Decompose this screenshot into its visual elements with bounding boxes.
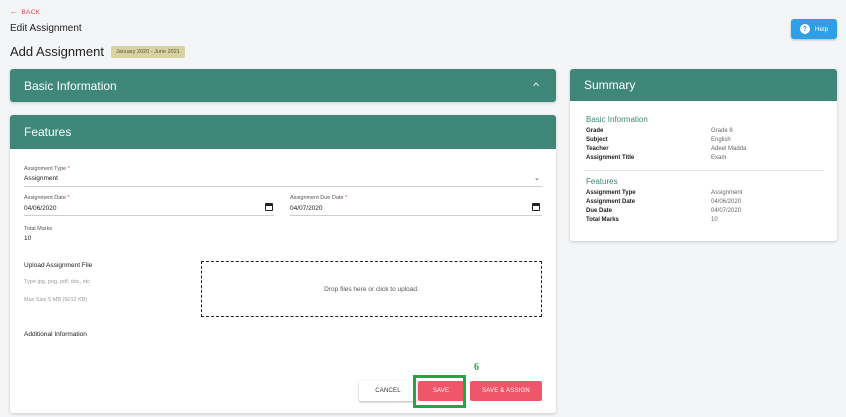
help-label: Help [814, 25, 829, 33]
chevron-up-icon[interactable]: ^ [533, 81, 539, 91]
features-header: Features [10, 115, 556, 149]
summary-value: 04/06/2020 [711, 199, 742, 205]
upload-label: Upload Assignment File [24, 262, 93, 269]
summary-features-section: Features [586, 177, 618, 186]
total-marks-input[interactable]: 10 [24, 235, 31, 242]
save-button[interactable]: SAVE [418, 381, 464, 401]
upload-types-hint: Type jpg, png, pdf, doc, etc [24, 279, 91, 285]
total-marks-label: Total Marks [24, 226, 53, 232]
save-and-assign-button[interactable]: SAVE & ASSIGN [470, 381, 542, 401]
back-link[interactable]: ← BACK [10, 8, 40, 16]
assignment-type-label: Assignment Type * [24, 166, 70, 172]
calendar-icon[interactable] [532, 203, 540, 211]
page-title: Edit Assignment [10, 23, 82, 34]
summary-header: Summary [570, 69, 837, 101]
summary-value: 10 [711, 217, 718, 223]
assignment-date-label: Assignment Date * [24, 195, 70, 201]
assignment-date-input[interactable]: 04/06/2020 [24, 205, 57, 212]
summary-value: Exam [711, 155, 727, 161]
heading-row: Add Assignment January 2020 - June 2021 [10, 44, 185, 59]
basic-info-card: Basic Information ^ [10, 69, 556, 102]
question-icon: ? [799, 24, 810, 34]
summary-key: Due Date [586, 208, 613, 214]
due-date-input[interactable]: 04/07/2020 [290, 205, 323, 212]
dropzone-text: Drop files here or click to upload. [324, 285, 419, 293]
heading-title: Add Assignment [10, 44, 104, 59]
summary-value: 04/07/2020 [711, 208, 742, 214]
summary-key: Assignment Date [586, 199, 636, 205]
due-date-label: Assignment Due Date * [290, 195, 348, 201]
session-badge: January 2020 - June 2021 [110, 45, 185, 58]
summary-value: English [711, 137, 731, 143]
summary-value: Grade 8 [711, 128, 733, 134]
summary-basic-section: Basic Information [586, 115, 648, 124]
assignment-date-underline [24, 215, 274, 216]
assignment-type-underline [24, 186, 542, 187]
back-label: BACK [21, 8, 41, 16]
summary-key: Assignment Type [586, 190, 636, 196]
additional-info-label: Additional Information [24, 331, 87, 338]
due-date-underline [290, 215, 542, 216]
summary-divider [584, 170, 824, 171]
summary-key: Assignment Title [586, 155, 635, 161]
file-dropzone[interactable]: Drop files here or click to upload. [201, 261, 542, 317]
summary-key: Total Marks [586, 217, 619, 223]
assignment-type-select[interactable]: Assignment [24, 175, 58, 182]
basic-info-header[interactable]: Basic Information ^ [10, 69, 556, 102]
help-button[interactable]: ? Help [791, 19, 837, 39]
step-number: 6 [474, 362, 479, 373]
summary-key: Teacher [586, 146, 609, 152]
summary-title: Summary [584, 78, 636, 92]
upload-size-hint: Max Size 5 MB (5012 KB) [24, 297, 88, 303]
summary-card: Summary Basic Information Grade Grade 8 … [570, 69, 837, 241]
features-title: Features [24, 125, 72, 139]
cancel-button[interactable]: CANCEL [359, 381, 417, 401]
summary-key: Grade [586, 128, 604, 134]
summary-key: Subject [586, 137, 608, 143]
arrow-left-icon: ← [10, 7, 19, 16]
chevron-down-icon[interactable]: ⌄ [534, 174, 540, 182]
basic-info-title: Basic Information [24, 78, 117, 93]
calendar-icon[interactable] [265, 203, 273, 211]
summary-value: Assignment [711, 190, 743, 196]
summary-value: Adeel Madda [711, 146, 747, 152]
